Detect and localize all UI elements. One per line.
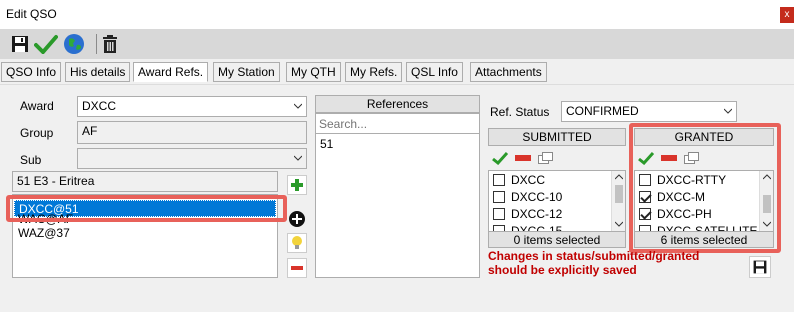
award-value: DXCC — [82, 99, 117, 113]
submitted-list[interactable]: DXCC DXCC-10 DXCC-12 DXCC-15 — [488, 170, 626, 232]
references-header: References — [315, 95, 480, 113]
ref-status-select[interactable]: CONFIRMED — [561, 101, 737, 122]
tab-my-station[interactable]: My Station — [213, 62, 280, 82]
tab-award-refs[interactable]: Award Refs. — [133, 62, 209, 82]
highlight-annotation — [629, 123, 781, 253]
lightbulb-button[interactable] — [287, 233, 307, 253]
warning-line-1: Changes in status/submitted/granted — [488, 249, 700, 263]
chevron-down-icon — [294, 155, 302, 161]
ref-status-label: Ref. Status — [490, 105, 550, 119]
check-all-icon[interactable] — [492, 151, 508, 165]
item-label: DXCC — [511, 173, 546, 187]
checkbox[interactable] — [493, 208, 505, 220]
selected-reference-display: 51 E3 - Eritrea — [12, 171, 278, 192]
lookup-button[interactable] — [62, 31, 86, 57]
scrollbar[interactable] — [611, 171, 625, 231]
add-circle-icon — [289, 211, 305, 227]
tab-attachments[interactable]: Attachments — [470, 62, 547, 82]
tab-my-refs[interactable]: My Refs. — [345, 62, 403, 82]
highlight-annotation — [6, 195, 287, 222]
delete-button[interactable] — [98, 31, 122, 57]
confirm-button[interactable] — [34, 31, 58, 57]
window-title: Edit QSO — [6, 7, 57, 21]
group-label: Group — [20, 126, 54, 140]
submitted-header: SUBMITTED — [488, 128, 626, 146]
checkbox[interactable] — [493, 174, 505, 186]
trash-icon — [103, 35, 117, 53]
tab-his-details[interactable]: His details — [65, 62, 131, 82]
list-item[interactable]: WAZ@37 — [14, 226, 276, 240]
scroll-thumb[interactable] — [615, 185, 623, 203]
tab-qso-info[interactable]: QSO Info — [1, 62, 62, 82]
minus-icon — [291, 266, 303, 270]
group-field: AF — [77, 121, 307, 144]
submitted-status: 0 items selected — [488, 231, 626, 248]
warning-line-2: should be explicitly saved — [488, 263, 637, 277]
submitted-toolbar — [490, 150, 626, 168]
plus-icon — [291, 179, 303, 191]
globe-icon — [64, 34, 84, 54]
save-status-button[interactable] — [749, 256, 771, 278]
chevron-down-icon — [615, 221, 623, 227]
remove-button[interactable] — [287, 258, 307, 278]
add-button[interactable] — [287, 175, 307, 195]
item-label: DXCC-12 — [511, 207, 563, 221]
close-button[interactable]: x — [780, 7, 794, 23]
ref-status-value: CONFIRMED — [566, 104, 639, 118]
chevron-down-icon — [724, 108, 732, 114]
title-bar — [0, 0, 794, 29]
toolbar-separator — [96, 34, 97, 54]
sub-select[interactable] — [77, 148, 307, 169]
references-search-input[interactable] — [316, 114, 479, 134]
add-circle-button[interactable] — [287, 209, 307, 229]
tab-divider — [0, 84, 794, 85]
list-item[interactable]: 51 — [316, 136, 479, 153]
lightbulb-icon — [292, 236, 302, 249]
checkbox[interactable] — [493, 191, 505, 203]
save-button[interactable] — [8, 31, 32, 57]
tab-my-qth[interactable]: My QTH — [286, 62, 341, 82]
copy-icon[interactable] — [538, 152, 554, 164]
award-label: Award — [20, 99, 54, 113]
award-select[interactable]: DXCC — [77, 96, 307, 117]
chevron-up-icon — [615, 174, 623, 180]
tab-qsl-info[interactable]: QSL Info — [406, 62, 463, 82]
floppy-disk-icon — [753, 260, 767, 274]
green-check-icon — [34, 35, 58, 54]
selected-reference-text: 51 E3 - Eritrea — [17, 174, 95, 188]
references-panel: 51 — [315, 113, 480, 278]
list-item[interactable]: DXCC-10 — [489, 189, 611, 206]
list-item[interactable]: DXCC-12 — [489, 206, 611, 223]
group-value: AF — [82, 124, 98, 138]
toolbar — [0, 29, 794, 59]
floppy-disk-icon — [12, 36, 28, 52]
item-label: DXCC-10 — [511, 190, 563, 204]
chevron-down-icon — [294, 103, 302, 109]
sub-label: Sub — [20, 153, 42, 167]
list-item[interactable]: DXCC — [489, 172, 611, 189]
uncheck-all-icon[interactable] — [515, 154, 531, 162]
